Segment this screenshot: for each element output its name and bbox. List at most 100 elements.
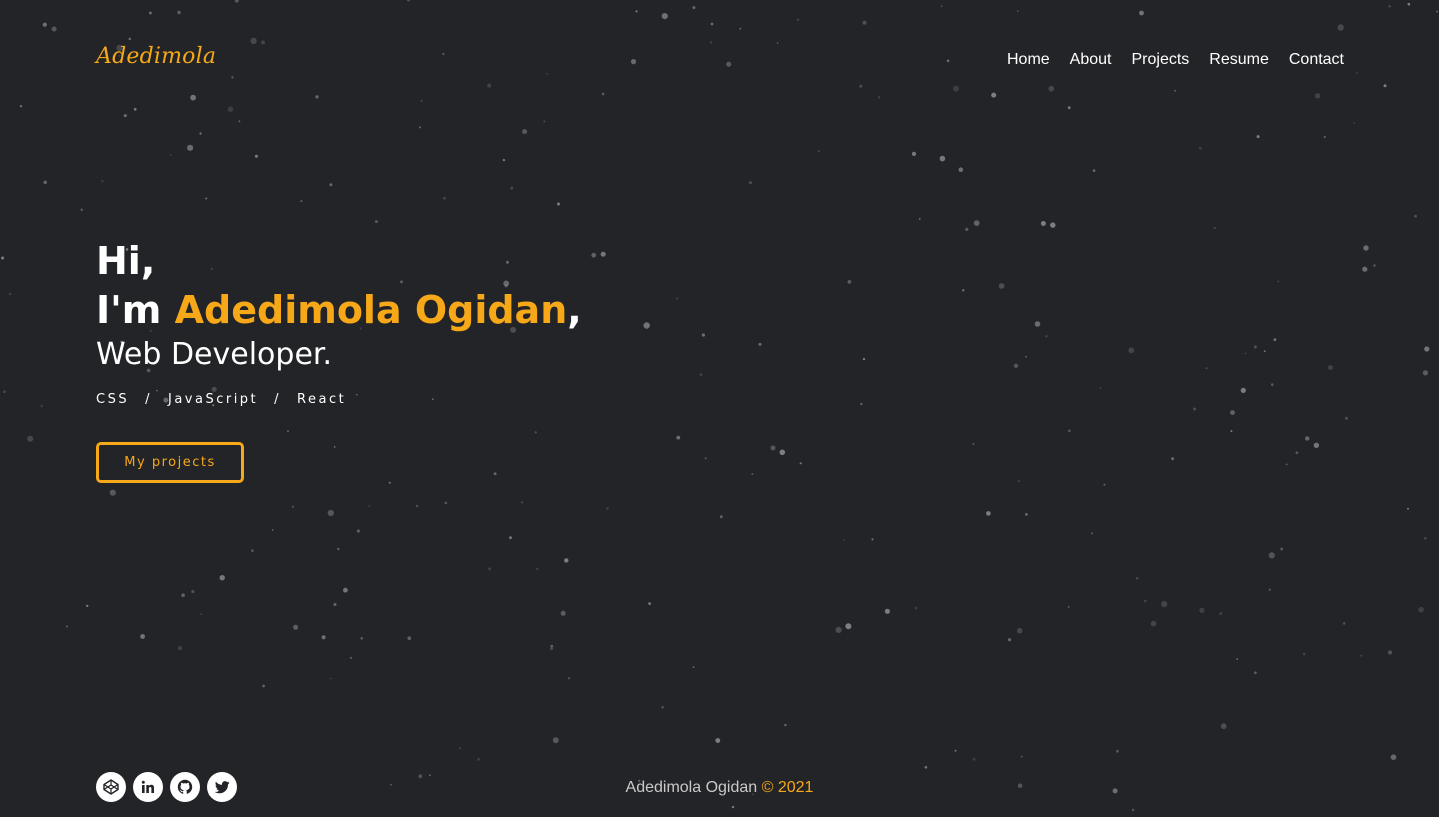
nav-about[interactable]: About bbox=[1070, 51, 1112, 69]
star-particle bbox=[231, 76, 234, 79]
star-particle bbox=[784, 723, 787, 727]
star-particle bbox=[546, 72, 549, 75]
star-particle bbox=[564, 558, 569, 563]
star-particle bbox=[8, 292, 12, 296]
star-particle bbox=[953, 85, 959, 92]
star-particle bbox=[343, 587, 348, 593]
star-particle bbox=[1424, 537, 1427, 540]
star-particle bbox=[1092, 169, 1096, 173]
star-particle bbox=[1363, 245, 1369, 251]
star-particle bbox=[692, 6, 696, 10]
star-particle bbox=[552, 737, 559, 744]
star-particle bbox=[205, 197, 208, 200]
star-particle bbox=[1016, 10, 1019, 12]
star-particle bbox=[86, 604, 89, 608]
nav-home[interactable]: Home bbox=[1007, 51, 1050, 69]
star-particle bbox=[1383, 84, 1387, 88]
star-particle bbox=[1199, 607, 1205, 614]
star-particle bbox=[234, 0, 239, 3]
star-particle bbox=[998, 283, 1005, 289]
star-particle bbox=[1356, 72, 1358, 74]
star-particle bbox=[1040, 221, 1046, 226]
star-particle bbox=[1362, 266, 1368, 272]
star-particle bbox=[1263, 350, 1266, 353]
footer-name: Adedimola Ogidan bbox=[625, 779, 758, 796]
star-particle bbox=[292, 505, 295, 508]
star-particle bbox=[1418, 606, 1424, 613]
footer-copyright: © 2021 bbox=[761, 779, 814, 796]
my-projects-button[interactable]: My projects bbox=[96, 442, 244, 483]
star-particle bbox=[459, 747, 462, 750]
star-particle bbox=[522, 129, 528, 135]
star-particle bbox=[219, 575, 225, 581]
star-particle bbox=[80, 208, 83, 211]
star-particle bbox=[1213, 227, 1216, 230]
star-particle bbox=[536, 567, 539, 571]
star-particle bbox=[661, 13, 668, 20]
star-particle bbox=[847, 280, 852, 284]
hero-intro-prefix: I'm bbox=[96, 288, 162, 332]
star-particle bbox=[1254, 671, 1257, 675]
star-particle bbox=[321, 635, 326, 640]
star-particle bbox=[835, 626, 842, 634]
star-particle bbox=[843, 539, 845, 541]
star-particle bbox=[862, 357, 866, 361]
star-particle bbox=[1116, 749, 1119, 753]
star-particle bbox=[51, 26, 57, 32]
star-particle bbox=[601, 92, 605, 96]
star-particle bbox=[1161, 601, 1168, 608]
star-particle bbox=[251, 549, 254, 553]
star-particle bbox=[739, 27, 742, 30]
star-particle bbox=[368, 505, 371, 507]
star-particle bbox=[418, 774, 423, 779]
star-particle bbox=[1174, 89, 1176, 92]
star-particle bbox=[1103, 483, 1106, 486]
star-particle bbox=[19, 105, 23, 108]
star-particle bbox=[600, 251, 606, 257]
star-particle bbox=[1285, 463, 1288, 466]
star-particle bbox=[701, 333, 706, 337]
star-particle bbox=[543, 120, 546, 123]
star-particle bbox=[1048, 85, 1055, 92]
star-particle bbox=[567, 677, 571, 680]
nav-projects[interactable]: Projects bbox=[1131, 51, 1189, 69]
star-particle bbox=[1313, 442, 1320, 448]
star-particle bbox=[1068, 429, 1071, 433]
nav-resume[interactable]: Resume bbox=[1209, 51, 1269, 69]
star-particle bbox=[429, 774, 431, 777]
star-particle bbox=[1360, 654, 1363, 657]
star-particle bbox=[986, 511, 991, 516]
hero-intro: I'm Adedimola Ogidan, bbox=[96, 286, 582, 335]
site-logo[interactable]: Adedimola bbox=[96, 44, 216, 69]
hero-role: Web Developer. bbox=[96, 337, 333, 372]
star-particle bbox=[1273, 338, 1277, 341]
star-particle bbox=[914, 606, 918, 610]
star-particle bbox=[442, 52, 445, 56]
star-particle bbox=[1436, 10, 1438, 13]
star-particle bbox=[254, 154, 258, 158]
nav-contact[interactable]: Contact bbox=[1289, 51, 1344, 69]
star-particle bbox=[1050, 222, 1056, 228]
star-particle bbox=[1013, 363, 1019, 368]
star-particle bbox=[845, 623, 852, 630]
star-particle bbox=[560, 610, 566, 616]
star-particle bbox=[676, 435, 681, 440]
star-particle bbox=[262, 684, 265, 688]
star-particle bbox=[1342, 622, 1346, 625]
star-particle bbox=[776, 42, 779, 44]
star-particle bbox=[1198, 146, 1202, 150]
star-particle bbox=[101, 180, 104, 183]
star-particle bbox=[939, 155, 946, 162]
star-particle bbox=[606, 507, 609, 510]
star-particle bbox=[415, 504, 419, 508]
star-particle bbox=[1131, 808, 1135, 812]
star-particle bbox=[1135, 577, 1139, 580]
star-particle bbox=[199, 132, 202, 135]
star-particle bbox=[779, 449, 786, 456]
star-particle bbox=[349, 656, 353, 660]
star-particle bbox=[884, 608, 891, 614]
star-particle bbox=[1139, 10, 1144, 16]
star-particle bbox=[1219, 612, 1223, 616]
star-particle bbox=[329, 677, 332, 680]
star-particle bbox=[550, 647, 554, 651]
